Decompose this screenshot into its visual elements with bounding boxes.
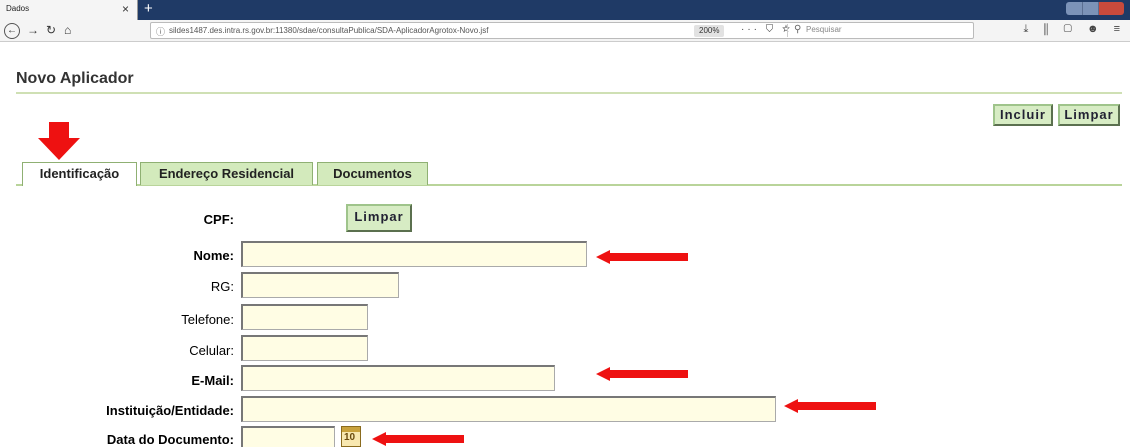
- nome-input[interactable]: [241, 241, 587, 267]
- annotation-arrow-down-icon: [38, 122, 80, 160]
- maximize-button[interactable]: [1082, 2, 1100, 15]
- reload-icon[interactable]: ↻: [46, 23, 56, 38]
- search-placeholder: Pesquisar: [806, 25, 842, 34]
- close-window-button[interactable]: [1099, 2, 1124, 15]
- cpf-limpar-button[interactable]: Limpar: [346, 204, 412, 232]
- home-icon[interactable]: ⌂: [64, 23, 71, 38]
- navigation-bar: ← → ↻ ⌂ ⓘ sildes1487.des.intra.rs.gov.br…: [0, 20, 1130, 42]
- rg-input[interactable]: [241, 272, 399, 298]
- annotation-arrow-left-icon: [596, 250, 688, 264]
- search-icon: ⚲: [794, 24, 802, 35]
- incluir-button[interactable]: Incluir: [993, 104, 1053, 126]
- site-info-icon[interactable]: ⓘ: [156, 25, 165, 38]
- instituicao-input[interactable]: [241, 396, 776, 422]
- search-bar[interactable]: ⚲ Pesquisar: [787, 24, 973, 37]
- calendar-icon[interactable]: 10: [341, 426, 361, 447]
- browser-tab[interactable]: Dados ×: [0, 0, 138, 20]
- cpf-label: CPF:: [203, 212, 234, 227]
- url-text[interactable]: sildes1487.des.intra.rs.gov.br:11380/sda…: [169, 26, 488, 35]
- nome-label: Nome:: [193, 248, 234, 263]
- forward-icon[interactable]: →: [27, 23, 39, 38]
- celular-input[interactable]: [241, 335, 368, 361]
- rg-label: RG:: [210, 279, 234, 294]
- annotation-arrow-left-icon: [372, 432, 464, 446]
- window-controls: [1066, 2, 1124, 15]
- back-icon[interactable]: ←: [4, 23, 20, 39]
- celular-label: Celular:: [189, 343, 234, 358]
- limpar-button[interactable]: Limpar: [1058, 104, 1120, 126]
- url-bar[interactable]: ⓘ sildes1487.des.intra.rs.gov.br:11380/s…: [150, 22, 974, 39]
- email-label: E-Mail:: [191, 373, 234, 388]
- page-title: Novo Aplicador: [16, 70, 134, 87]
- tab-identificacao[interactable]: Identificação: [22, 162, 137, 186]
- new-tab-button[interactable]: +: [144, 0, 153, 18]
- zoom-level[interactable]: 200%: [694, 25, 725, 37]
- telefone-input[interactable]: [241, 304, 368, 330]
- toolbar-icons[interactable]: ⤓ ⫼ ▢ ☻ ≡: [1024, 23, 1127, 36]
- tab-endereco-residencial[interactable]: Endereço Residencial: [140, 162, 313, 185]
- minimize-button[interactable]: [1066, 2, 1083, 15]
- telefone-label: Telefone:: [181, 312, 234, 327]
- annotation-arrow-left-icon: [596, 367, 688, 381]
- calendar-day: 10: [344, 432, 356, 443]
- page-actions-icons[interactable]: ··· ⛉ ☆: [741, 24, 793, 35]
- browser-title-bar: Dados × +: [0, 0, 1130, 20]
- title-divider: [16, 92, 1122, 94]
- data-documento-label: Data do Documento:: [106, 432, 234, 447]
- browser-tab-title: Dados: [6, 4, 30, 13]
- annotation-arrow-left-icon: [784, 399, 876, 413]
- tab-documentos[interactable]: Documentos: [317, 162, 428, 185]
- close-tab-icon[interactable]: ×: [122, 2, 129, 16]
- email-input[interactable]: [241, 365, 555, 391]
- data-documento-input[interactable]: [241, 426, 335, 447]
- instituicao-label: Instituição/Entidade:: [106, 403, 234, 418]
